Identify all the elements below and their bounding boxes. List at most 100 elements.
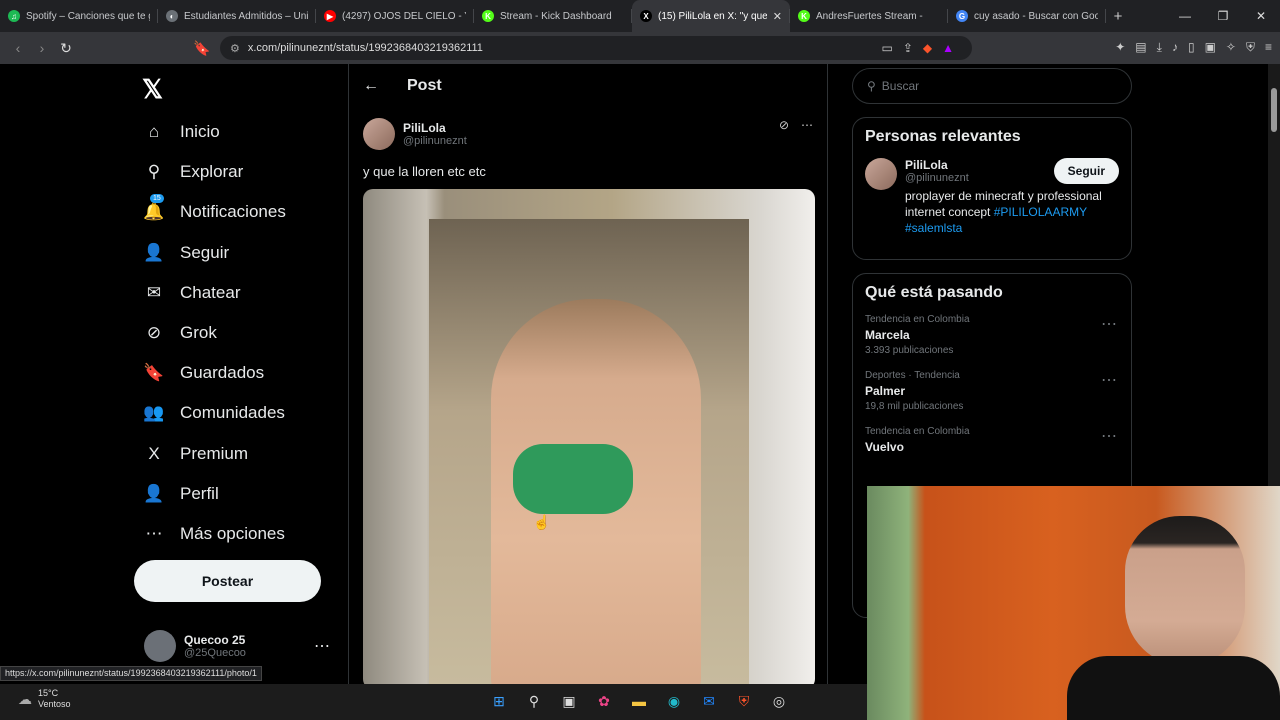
nav-item-chatear[interactable]: ✉ Chatear: [134, 273, 348, 313]
restore-icon[interactable]: ❐: [1204, 0, 1242, 32]
account-switcher[interactable]: Quecoo 25 @25Quecoo ⋯: [144, 630, 338, 662]
reader-icon[interactable]: ▤: [1135, 40, 1146, 55]
weather-temp: 15°C: [38, 688, 59, 698]
more-dots-icon[interactable]: ⋯: [314, 636, 330, 656]
post-button[interactable]: Postear: [134, 560, 321, 602]
nav-item-premium[interactable]: X Premium: [134, 434, 348, 474]
trend-item[interactable]: Deportes · Tendencia Palmer 19,8 mil publi…: [853, 364, 1131, 420]
obs-icon[interactable]: ◎: [768, 690, 790, 712]
tab-label: cuy asado - Buscar con Goo: [974, 10, 1098, 22]
taskbar-search-icon[interactable]: ⚲: [523, 690, 545, 712]
forward-icon[interactable]: ›: [30, 40, 54, 56]
task-view-icon[interactable]: ▣: [558, 690, 580, 712]
leo-icon[interactable]: ✧: [1226, 40, 1236, 55]
trend-more-icon[interactable]: ⋯: [1101, 426, 1117, 446]
x-logo-icon[interactable]: 𝕏: [142, 74, 163, 105]
site-info-icon[interactable]: ⚙: [230, 42, 240, 55]
grok-icon: ⊘: [146, 323, 162, 343]
hashtag-link[interactable]: #salemlsta: [905, 221, 962, 235]
bookmark-page-icon[interactable]: 🔖: [190, 40, 214, 57]
tab-favicon-icon: K: [482, 10, 494, 22]
nav-label: Explorar: [180, 162, 244, 182]
bell-icon: 🔔: [143, 202, 165, 222]
trend-more-icon[interactable]: ⋯: [1101, 314, 1117, 334]
new-tab-icon[interactable]: +: [1106, 8, 1130, 25]
brave-icon[interactable]: ⛨: [733, 690, 755, 712]
browser-tab[interactable]: K Stream - Kick Dashboard: [474, 0, 632, 32]
menu-icon[interactable]: ≡: [1265, 40, 1272, 55]
extensions-icon[interactable]: ✦: [1115, 40, 1125, 55]
browser-tab[interactable]: ▶ (4297) OJOS DEL CIELO - Yo: [316, 0, 474, 32]
window-controls: — ❐ ✕: [1166, 0, 1280, 32]
tab-label: (4297) OJOS DEL CIELO - Yo: [342, 10, 466, 22]
url-field[interactable]: ⚙ x.com/pilinuneznt/status/1992368403219…: [220, 36, 972, 60]
download-icon[interactable]: ⤓: [1157, 40, 1162, 55]
nav-label: Más opciones: [180, 523, 285, 543]
author-name[interactable]: PiliLola: [403, 121, 467, 135]
cast-icon[interactable]: ▭: [881, 41, 892, 55]
post-more-icon[interactable]: ⋯: [801, 118, 813, 132]
close-window-icon[interactable]: ✕: [1242, 0, 1280, 32]
person-plus-icon: 👤: [143, 242, 165, 262]
search-input[interactable]: ⚲ Buscar: [852, 68, 1132, 104]
nav-item-grok[interactable]: ⊘ Grok: [134, 313, 348, 353]
taskbar-apps: ⊞ ⚲ ▣ ✿ ▬ ◉ ✉ ⛨ ◎: [488, 690, 790, 712]
trend-meta: Deportes · Tendencia: [865, 370, 960, 381]
webcam-person: [1125, 516, 1245, 666]
page-title: Post: [407, 77, 442, 94]
media-icon[interactable]: ♪: [1172, 40, 1178, 55]
back-icon[interactable]: ‹: [6, 40, 30, 56]
browser-tab[interactable]: Gcuy asado - Buscar con Goo: [948, 0, 1106, 32]
nav-label: Perfil: [180, 483, 219, 503]
nav-label: Comunidades: [180, 403, 285, 423]
windows-start-icon[interactable]: ⊞: [488, 690, 510, 712]
tab-close-icon[interactable]: ✕: [773, 10, 782, 23]
browser-tab[interactable]: ♫ Spotify – Canciones que te g: [0, 0, 158, 32]
edge-icon[interactable]: ◉: [663, 690, 685, 712]
reload-icon[interactable]: ↻: [54, 40, 78, 57]
author-avatar[interactable]: [363, 118, 395, 150]
relevant-person[interactable]: PiliLola @pilinuneznt proplayer de minec…: [853, 152, 1131, 246]
hashtag-link[interactable]: #PILILOLAARMY: [994, 205, 1087, 219]
trend-more-icon[interactable]: ⋯: [1101, 370, 1117, 390]
wallet-icon[interactable]: ▣: [1205, 40, 1216, 55]
nav-item-guardados[interactable]: 🔖 Guardados: [134, 353, 348, 393]
relevant-avatar[interactable]: [865, 158, 897, 190]
browser-tab[interactable]: ◐ Estudiantes Admitidos – Uni: [158, 0, 316, 32]
brave-shield-icon[interactable]: ◆: [923, 41, 932, 55]
author-handle[interactable]: @pilinuneznt: [403, 135, 467, 147]
scroll-thumb[interactable]: [1271, 88, 1277, 132]
copilot-icon[interactable]: ✿: [593, 690, 615, 712]
tab-label: Estudiantes Admitidos – Uni: [184, 10, 308, 22]
trend-meta: Tendencia en Colombia: [865, 426, 970, 437]
sidebar-icon[interactable]: ▯: [1188, 40, 1195, 55]
nav-label: Chatear: [180, 282, 241, 302]
nav-item-perfil[interactable]: 👤 Perfil: [134, 474, 348, 514]
browser-tab[interactable]: K AndresFuertes Stream -: [790, 0, 948, 32]
trend-item[interactable]: Tendencia en Colombia Marcela 3.393 public…: [853, 308, 1131, 364]
trend-item[interactable]: Tendencia en Colombia Vuelvo ⋯: [853, 420, 1131, 465]
nav-item-comunidades[interactable]: 👥 Comunidades: [134, 393, 348, 433]
back-arrow-icon[interactable]: ←: [363, 77, 379, 95]
trend-count: 3.393 publicaciones: [865, 345, 954, 356]
follow-button[interactable]: Seguir: [1053, 158, 1119, 184]
browser-tab[interactable]: X (15) PiliLola en X: "y que ✕: [632, 0, 790, 32]
nav-item-más-opciones[interactable]: ⋯ Más opciones: [134, 514, 348, 554]
profile-icon: 👤: [143, 483, 165, 503]
weather-widget[interactable]: ☁ 15°C Ventoso: [18, 688, 71, 710]
vpn-icon[interactable]: ⛨: [1246, 40, 1255, 55]
nav-item-seguir[interactable]: 👤 Seguir: [134, 233, 348, 273]
grok-explain-icon[interactable]: ⊘: [779, 118, 789, 132]
nav-item-explorar[interactable]: ⚲ Explorar: [134, 152, 348, 192]
outlook-icon[interactable]: ✉: [698, 690, 720, 712]
nav-item-inicio[interactable]: ⌂ Inicio: [134, 112, 348, 152]
minimize-icon[interactable]: —: [1166, 0, 1204, 32]
post-photo[interactable]: ☝: [363, 189, 815, 684]
relevant-bio: proplayer de minecraft y professional in…: [905, 188, 1119, 236]
share-icon[interactable]: ⇪: [903, 41, 913, 55]
file-explorer-icon[interactable]: ▬: [628, 690, 650, 712]
nav-item-notificaciones[interactable]: 🔔 Notificaciones 15: [134, 192, 348, 232]
tab-favicon-icon: ▶: [324, 10, 336, 22]
search-icon: ⚲: [867, 79, 876, 93]
brave-rewards-icon[interactable]: ▲: [942, 41, 954, 55]
